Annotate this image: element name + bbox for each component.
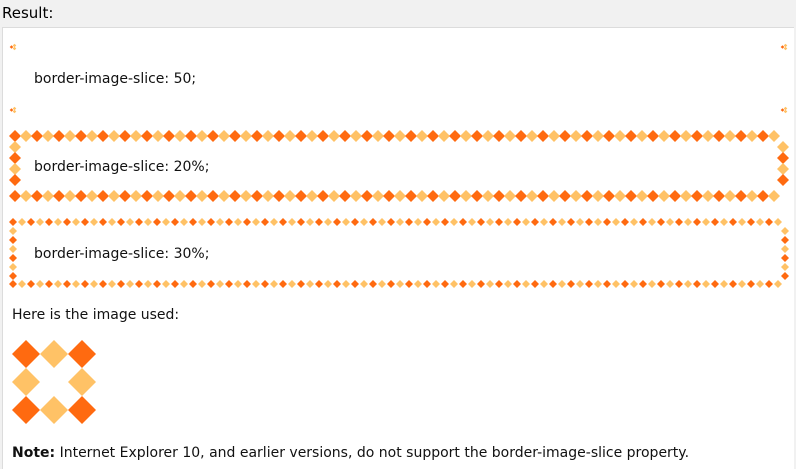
demo-box-slice-30: border-image-slice: 30%;	[9, 218, 789, 288]
demo-text: border-image-slice: 50;	[34, 71, 197, 87]
note-text: Internet Explorer 10, and earlier versio…	[55, 445, 690, 461]
result-frame: border-image-slice: 50; border-image-sli…	[2, 27, 794, 469]
image-caption: Here is the image used:	[12, 307, 180, 323]
demo-text: border-image-slice: 30%;	[34, 246, 210, 262]
demo-box-slice-50: border-image-slice: 50;	[9, 43, 789, 115]
demo-box-slice-20: border-image-slice: 20%;	[9, 130, 789, 202]
diamond-pattern-image	[12, 340, 96, 428]
browser-note: Note: Internet Explorer 10, and earlier …	[12, 445, 689, 461]
demo-text: border-image-slice: 20%;	[34, 159, 210, 175]
note-label: Note:	[12, 445, 56, 461]
result-label: Result:	[2, 4, 54, 22]
